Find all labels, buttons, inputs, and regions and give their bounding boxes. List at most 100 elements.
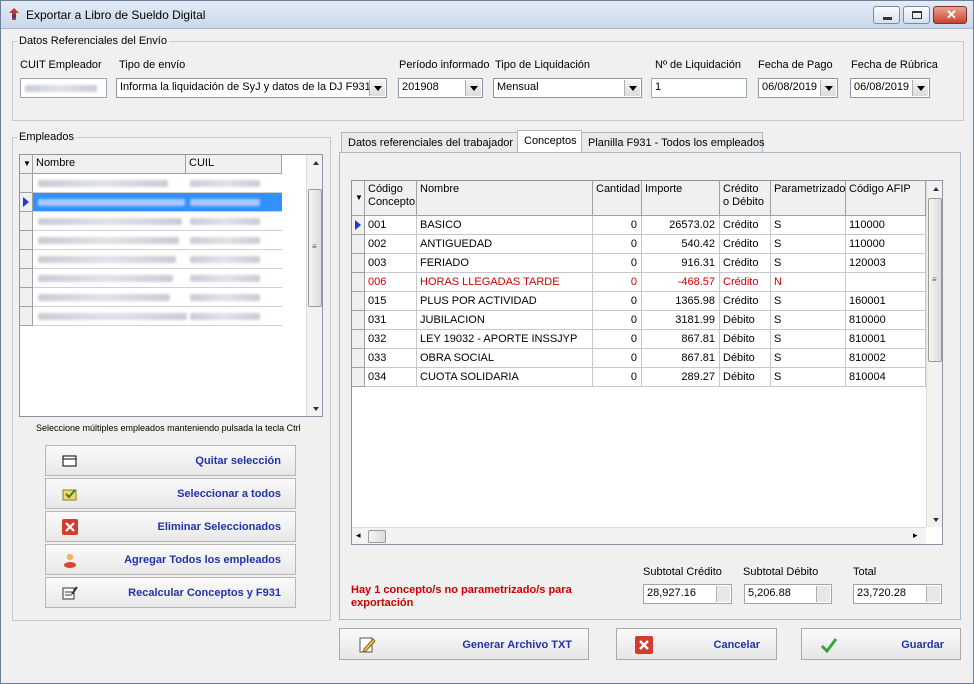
grid-filter-icon[interactable]: ▼ (20, 155, 33, 174)
conceptos-vscroll[interactable]: ≡ (926, 181, 942, 527)
guardar-button[interactable]: Guardar (801, 628, 961, 660)
cell-codigo[interactable]: 015 (365, 292, 417, 311)
cell-codigo[interactable]: 031 (365, 311, 417, 330)
chevron-down-icon[interactable] (465, 80, 481, 96)
table-row[interactable]: 031 JUBILACION 0 3181.99 Débito S 810000 (352, 311, 926, 330)
cell-param[interactable]: S (771, 292, 846, 311)
cell-cantidad[interactable]: 0 (593, 311, 642, 330)
cell-tipo[interactable]: Débito (720, 330, 771, 349)
cell-param[interactable]: S (771, 216, 846, 235)
table-row[interactable] (20, 250, 306, 269)
cuit-input[interactable] (20, 78, 107, 98)
seleccionar-todos-button[interactable]: Seleccionar a todos (45, 478, 296, 509)
scroll-thumb[interactable]: ≡ (308, 189, 322, 307)
cell-tipo[interactable]: Crédito (720, 216, 771, 235)
quitar-seleccion-button[interactable]: Quitar selección (45, 445, 296, 476)
minimize-button[interactable] (873, 6, 900, 24)
scroll-thumb[interactable]: ≡ (928, 198, 942, 362)
cell-afip[interactable]: 810004 (846, 368, 926, 387)
row-indicator[interactable] (352, 368, 365, 387)
row-indicator[interactable] (20, 307, 33, 326)
cell-afip[interactable]: 810000 (846, 311, 926, 330)
row-indicator[interactable] (20, 250, 33, 269)
cell-cantidad[interactable]: 0 (593, 254, 642, 273)
col-afip-header[interactable]: Código AFIP (846, 181, 926, 216)
cell-param[interactable]: S (771, 254, 846, 273)
cell-tipo[interactable]: Crédito (720, 273, 771, 292)
cell-tipo[interactable]: Débito (720, 311, 771, 330)
cell-param[interactable]: N (771, 273, 846, 292)
tab-datos-trabajador[interactable]: Datos referenciales del trabajador (341, 132, 518, 152)
cell-cantidad[interactable]: 0 (593, 330, 642, 349)
cell-codigo[interactable]: 032 (365, 330, 417, 349)
col-cuil-header[interactable]: CUIL (186, 155, 282, 174)
cell-nombre[interactable]: FERIADO (417, 254, 593, 273)
row-indicator[interactable] (352, 330, 365, 349)
empleados-grid[interactable]: ▼ Nombre CUIL ≡ (19, 154, 323, 417)
col-credito-header[interactable]: Crédito o Débito (720, 181, 771, 216)
cell-codigo[interactable]: 002 (365, 235, 417, 254)
table-row[interactable]: 034 CUOTA SOLIDARIA 0 289.27 Débito S 810004 (352, 368, 926, 387)
cell-afip[interactable]: 110000 (846, 216, 926, 235)
col-nombre-header[interactable]: Nombre (33, 155, 186, 174)
row-indicator[interactable] (20, 212, 33, 231)
table-row[interactable] (20, 193, 306, 212)
cell-param[interactable]: S (771, 330, 846, 349)
cell-cantidad[interactable]: 0 (593, 368, 642, 387)
row-indicator[interactable] (352, 273, 365, 292)
table-row[interactable] (20, 174, 306, 193)
cell-afip[interactable]: 810002 (846, 349, 926, 368)
eliminar-seleccionados-button[interactable]: Eliminar Seleccionados (45, 511, 296, 542)
cell-tipo[interactable]: Débito (720, 349, 771, 368)
cancelar-button[interactable]: Cancelar (616, 628, 777, 660)
col-codigo-header[interactable]: Código Concepto (365, 181, 417, 216)
cell-codigo[interactable]: 034 (365, 368, 417, 387)
row-indicator[interactable] (20, 174, 33, 193)
cell-importe[interactable]: 540.42 (642, 235, 720, 254)
table-row[interactable]: 032 LEY 19032 - APORTE INSSJYP 0 867.81 Débi… (352, 330, 926, 349)
table-row[interactable]: 015 PLUS POR ACTIVIDAD 0 1365.98 Crédito S 160… (352, 292, 926, 311)
col-cantidad-header[interactable]: Cantidad (593, 181, 642, 216)
generar-txt-button[interactable]: Generar Archivo TXT (339, 628, 589, 660)
hscroll-thumb[interactable] (368, 530, 386, 543)
row-indicator[interactable] (20, 193, 33, 212)
fecha-rubrica-select[interactable]: 06/08/2019 (850, 78, 930, 98)
cell-codigo[interactable]: 006 (365, 273, 417, 292)
cell-nombre[interactable]: OBRA SOCIAL (417, 349, 593, 368)
table-row[interactable] (20, 307, 306, 326)
cell-tipo[interactable]: Débito (720, 368, 771, 387)
cell-param[interactable]: S (771, 311, 846, 330)
fecha-pago-select[interactable]: 06/08/2019 (758, 78, 838, 98)
row-indicator[interactable] (20, 231, 33, 250)
cell-afip[interactable]: 810001 (846, 330, 926, 349)
cell-importe[interactable]: 289.27 (642, 368, 720, 387)
chevron-down-icon[interactable] (820, 80, 836, 96)
cell-afip[interactable] (846, 273, 926, 292)
conceptos-hscroll[interactable]: ◂ ▸ (352, 527, 926, 544)
row-indicator[interactable] (352, 311, 365, 330)
table-row[interactable] (20, 269, 306, 288)
cell-nombre[interactable]: BASICO (417, 216, 593, 235)
chevron-down-icon[interactable] (369, 80, 385, 96)
close-button[interactable]: ✕ (933, 6, 967, 24)
tipo-liq-select[interactable]: Mensual (493, 78, 642, 98)
table-row[interactable] (20, 212, 306, 231)
table-row[interactable]: 006 HORAS LLEGADAS TARDE 0 -468.57 Crédito N (352, 273, 926, 292)
table-row[interactable] (20, 288, 306, 307)
table-row[interactable] (20, 231, 306, 250)
scroll-up-icon[interactable] (929, 181, 941, 195)
cell-cantidad[interactable]: 0 (593, 273, 642, 292)
cell-codigo[interactable]: 001 (365, 216, 417, 235)
cell-param[interactable]: S (771, 368, 846, 387)
cell-importe[interactable]: 1365.98 (642, 292, 720, 311)
recalcular-button[interactable]: Recalcular Conceptos y F931 (45, 577, 296, 608)
tab-conceptos[interactable]: Conceptos (517, 130, 582, 152)
cell-importe[interactable]: 26573.02 (642, 216, 720, 235)
title-bar[interactable]: Exportar a Libro de Sueldo Digital ✕ (1, 1, 973, 29)
empleados-vscroll[interactable]: ≡ (306, 155, 322, 416)
cell-cantidad[interactable]: 0 (593, 216, 642, 235)
cell-importe[interactable]: 916.31 (642, 254, 720, 273)
cell-nombre[interactable]: HORAS LLEGADAS TARDE (417, 273, 593, 292)
cell-tipo[interactable]: Crédito (720, 235, 771, 254)
agregar-todos-button[interactable]: Agregar Todos los empleados (45, 544, 296, 575)
